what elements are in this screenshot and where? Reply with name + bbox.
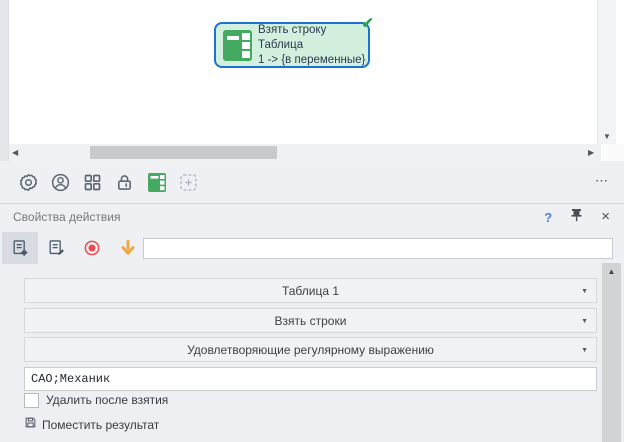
regex-value-input[interactable] bbox=[24, 367, 597, 391]
properties-panel-header: Свойства действия ? × bbox=[0, 203, 624, 230]
node-label: Взять строку Таблица 1 -> {в переменные} bbox=[258, 23, 368, 68]
table-icon bbox=[223, 29, 252, 61]
capture-region-icon[interactable] bbox=[178, 172, 199, 193]
edit-description-tab[interactable] bbox=[38, 232, 74, 264]
condition-select-value: Удовлетворяющие регулярному выражению bbox=[187, 342, 434, 357]
action-node-take-row[interactable]: Взять строку Таблица 1 -> {в переменные}… bbox=[214, 15, 374, 68]
help-icon[interactable]: ? bbox=[544, 210, 552, 225]
apps-grid-icon[interactable] bbox=[82, 172, 103, 193]
canvas-horizontal-scrollbar[interactable]: ◀ ▶ bbox=[0, 144, 601, 161]
delete-after-checkbox[interactable] bbox=[24, 392, 39, 408]
settings-gear-icon[interactable] bbox=[18, 172, 39, 193]
save-result-icon bbox=[24, 416, 37, 434]
user-icon[interactable] bbox=[50, 172, 71, 193]
table-select[interactable]: Таблица 1 ▼ bbox=[24, 278, 597, 303]
canvas-toolbar: ⋯ bbox=[0, 161, 624, 203]
scroll-left-icon[interactable]: ◀ bbox=[12, 148, 18, 157]
chevron-down-icon: ▼ bbox=[581, 318, 588, 325]
flow-canvas[interactable]: Взять строку Таблица 1 -> {в переменные}… bbox=[0, 0, 624, 144]
panel-title: Свойства действия bbox=[13, 210, 121, 224]
place-result-label: Поместить результат bbox=[42, 417, 160, 432]
properties-toolbar bbox=[0, 230, 624, 266]
canvas-left-edge bbox=[0, 0, 9, 161]
scroll-down-icon[interactable]: ▼ bbox=[598, 132, 616, 141]
chevron-down-icon: ▼ bbox=[581, 347, 588, 354]
canvas-vertical-scrollbar[interactable]: ▼ bbox=[597, 0, 616, 144]
action-select[interactable]: Взять строки ▼ bbox=[24, 308, 597, 333]
scroll-up-icon[interactable]: ▲ bbox=[602, 263, 621, 276]
scrollbar-corner bbox=[601, 144, 624, 161]
properties-content: Таблица 1 ▼ Взять строки ▼ Удовлетворяющ… bbox=[0, 266, 624, 442]
properties-vertical-scrollbar[interactable]: ▲ bbox=[602, 263, 621, 442]
delete-after-row: Удалить после взятия bbox=[24, 392, 168, 408]
record-icon[interactable] bbox=[74, 232, 110, 264]
action-select-value: Взять строки bbox=[274, 313, 347, 328]
scroll-right-icon[interactable]: ▶ bbox=[588, 148, 594, 157]
node-label-line1: Взять строку Таблица bbox=[258, 23, 327, 51]
check-icon: ✔ bbox=[361, 15, 374, 32]
import-arrow-icon[interactable] bbox=[110, 232, 146, 264]
pin-icon[interactable] bbox=[570, 208, 583, 227]
lock-icon[interactable] bbox=[114, 172, 135, 193]
node-label-line2: 1 -> {в переменные} bbox=[258, 53, 366, 66]
more-options-button[interactable]: ⋯ bbox=[590, 171, 614, 191]
close-icon[interactable]: × bbox=[601, 209, 610, 224]
action-properties-tab[interactable] bbox=[2, 232, 38, 264]
table-icon[interactable] bbox=[146, 172, 167, 193]
condition-select[interactable]: Удовлетворяющие регулярному выражению ▼ bbox=[24, 337, 597, 362]
app-window: Взять строку Таблица 1 -> {в переменные}… bbox=[0, 0, 624, 442]
table-select-value: Таблица 1 bbox=[281, 283, 340, 298]
properties-filter-input[interactable] bbox=[143, 238, 613, 259]
chevron-down-icon: ▼ bbox=[581, 288, 588, 295]
delete-after-label: Удалить после взятия bbox=[46, 393, 169, 407]
horizontal-scrollbar-thumb[interactable] bbox=[90, 146, 277, 159]
place-result-row[interactable]: Поместить результат bbox=[24, 417, 159, 432]
